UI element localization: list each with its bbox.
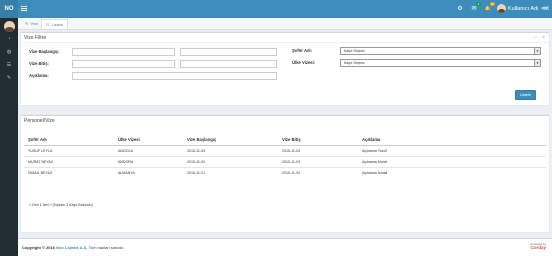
results-table: Şoför Adı Ülke Vizesi Vize Başlangıç Viz…	[24, 134, 546, 178]
cell-vize-bitis: 2015-11-04	[278, 144, 358, 156]
tab-yeni[interactable]: ✎ Yeni	[21, 19, 42, 29]
brand-logo[interactable]: NO	[0, 0, 18, 18]
globe-icon[interactable]: ◍	[4, 48, 14, 57]
label-sofor-adi: Şoför Adı:	[292, 48, 313, 53]
table-row[interactable]: İSMAİL BEYAZ ALMANYA 2015-11-01 2015-11-…	[24, 166, 546, 178]
results-header: Personel/Vize	[21, 116, 549, 126]
table-header-row: Şoför Adı Ülke Vizesi Vize Başlangıç Viz…	[24, 134, 546, 146]
vize-baslangic-start-input[interactable]	[72, 48, 175, 56]
chevron-down-icon: ▼	[534, 60, 540, 66]
cell-aciklama: Açıklama Yusuf	[358, 144, 546, 156]
cell-ulke-vizesi: ANDORA	[114, 155, 183, 167]
box-tools: − ×	[529, 33, 545, 43]
filter-header: Vize Filtre − ×	[21, 33, 549, 43]
ulke-vizesi-select[interactable]: Kayıt Seçiniz ▼	[340, 59, 541, 67]
company-link[interactable]: Neo Lojistik A.Ş.	[56, 245, 87, 250]
mail-glyph: ✉	[471, 6, 477, 12]
list-icon: ☰	[46, 22, 50, 27]
tab-bar: ✎ Yeni ☰ Listele	[18, 18, 552, 30]
ulke-vizesi-value: Kayıt Seçiniz	[344, 61, 365, 65]
mail-icon[interactable]: ✉ 4	[469, 2, 481, 14]
cell-vize-bitis: 2015-11-02	[278, 166, 358, 178]
table-row[interactable]: MURAT BEYAZ ANDORA 2015-11-02 2015-11-03…	[24, 155, 546, 167]
aciklama-input[interactable]	[72, 72, 277, 80]
results-box: Personel/Vize Şoför Adı Ülke Vizesi Vize…	[21, 115, 549, 232]
collapse-icon[interactable]: −	[534, 35, 537, 41]
listele-button[interactable]: Listele	[515, 90, 536, 100]
cell-vize-bitis: 2015-11-03	[278, 155, 358, 167]
filter-title: Vize Filtre	[24, 35, 47, 41]
label-ulke-vizesi: Ülke Vizesi:	[292, 60, 316, 65]
cell-vize-baslangic: 2015-11-01	[183, 166, 278, 178]
user-avatar[interactable]	[497, 4, 506, 13]
chevron-down-icon: ▼	[534, 48, 540, 54]
tab-listele[interactable]: ☰ Listele	[41, 19, 69, 29]
user-name[interactable]: Kullanıcı Adı	[508, 0, 539, 18]
cell-sofor-adi: İSMAİL BEYAZ	[24, 166, 114, 178]
close-icon[interactable]: ×	[542, 35, 545, 41]
cell-aciklama: Açıklama Murat	[358, 155, 546, 167]
filter-box: Vize Filtre − × Vize Başlangıç: Vize Biti…	[21, 32, 549, 105]
sidebar-toggle-icon[interactable]	[21, 6, 27, 11]
bell-icon[interactable]: 🔔 10	[483, 2, 495, 14]
edit-icon[interactable]: ✎	[4, 74, 14, 83]
top-navbar: NO ⚙ ✉4 🔔10 ⚑9 Kullanıcı Adı ⋘	[0, 0, 552, 18]
copyright-prefix: Copyright © 2016	[22, 245, 55, 250]
vize-baslangic-end-input[interactable]	[180, 48, 277, 56]
col-vize-bitis[interactable]: Vize Bitiş	[278, 134, 358, 146]
tab-label: Listele	[51, 22, 64, 27]
list-icon[interactable]: ☰	[4, 61, 14, 70]
content-area: ✎ Yeni ☰ Listele Vize Filtre − × Vize Başla…	[18, 18, 552, 238]
sofor-adi-select[interactable]: Kayıt Seçiniz ▼	[340, 47, 541, 55]
vize-bitis-end-input[interactable]	[180, 60, 277, 68]
cell-vize-baslangic: 2015-11-02	[183, 155, 278, 167]
col-aciklama[interactable]: Açıklama	[358, 134, 546, 146]
pagination[interactable]: « Geri 1 İleri » [Toplam 3 Kayıt Bulundu…	[29, 203, 93, 207]
cell-sofor-adi: YUSUF LEYLA	[24, 144, 114, 156]
cell-aciklama: Açıklama İsmail	[358, 166, 546, 178]
settings-glyph: ⚙	[457, 6, 463, 12]
col-vize-baslangic[interactable]: Vize Başlangıç	[183, 134, 278, 146]
dashboard-icon[interactable]: ◔	[4, 35, 14, 44]
label-vize-bitis: Vize Bitiş:	[29, 61, 49, 66]
bell-glyph: 🔔	[484, 6, 492, 12]
new-icon: ✎	[25, 21, 29, 26]
cell-vize-baslangic: 2015-11-03	[183, 144, 278, 156]
share-icon[interactable]: ⋘	[541, 4, 550, 14]
copyright: Copyright © 2016 Neo Lojistik A.Ş. Tüm h…	[22, 239, 125, 256]
col-sofor-adi[interactable]: Şoför Adı	[24, 134, 114, 146]
sidebar: ◔ ◍ ☰ ✎	[0, 18, 18, 256]
col-ulke-vizesi[interactable]: Ülke Vizesi	[114, 134, 183, 146]
label-aciklama: Açıklama:	[29, 73, 49, 78]
footer: Copyright © 2016 Neo Lojistik A.Ş. Tüm h…	[18, 238, 552, 256]
sidebar-avatar	[4, 21, 15, 32]
mail-badge: 4	[476, 2, 481, 6]
cell-sofor-adi: MURAT BEYAZ	[24, 155, 114, 167]
tab-label: Yeni	[30, 21, 38, 26]
powered-by: powered by Corday	[530, 242, 546, 250]
results-title: Personel/Vize	[24, 118, 55, 124]
vize-bitis-start-input[interactable]	[72, 60, 175, 68]
vendor-logo[interactable]: Corday	[530, 245, 546, 250]
rights-text: Tüm hakları saklıdır.	[88, 245, 125, 250]
label-vize-baslangic: Vize Başlangıç:	[29, 49, 60, 54]
notification-badge: 10	[489, 2, 495, 6]
settings-icon[interactable]: ⚙	[455, 4, 465, 14]
cell-ulke-vizesi: ALMANYA	[114, 166, 183, 178]
cell-ulke-vizesi: ANGOLA	[114, 144, 183, 156]
sofor-adi-value: Kayıt Seçiniz	[344, 49, 365, 53]
table-row[interactable]: YUSUF LEYLA ANGOLA 2015-11-03 2015-11-04…	[24, 144, 546, 156]
